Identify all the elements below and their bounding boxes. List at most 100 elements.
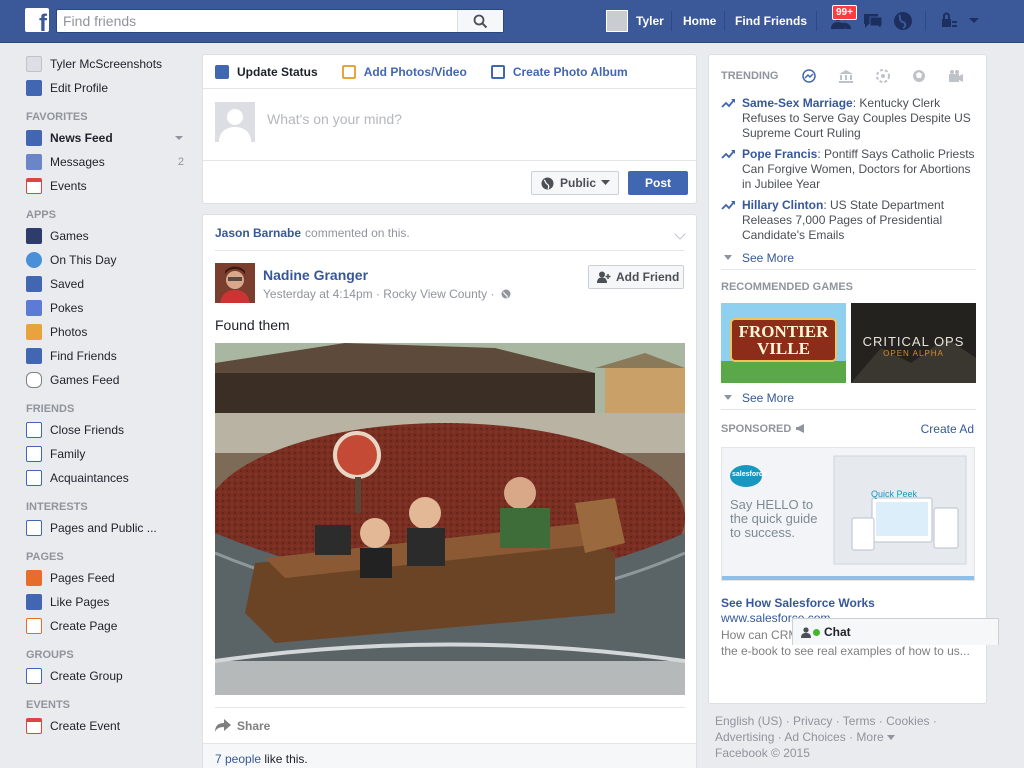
entertainment-icon[interactable]	[948, 69, 964, 83]
sidebar-item-messages[interactable]: Messages 2	[26, 150, 196, 174]
profile-link[interactable]: Tyler	[606, 10, 664, 32]
tab-label: Update Status	[237, 64, 318, 79]
footer: English (US) · Privacy · Terms · Cookies…	[715, 713, 975, 761]
nav-divider	[671, 11, 672, 31]
science-icon[interactable]	[876, 69, 891, 83]
trending-top-icon[interactable]	[802, 69, 817, 83]
post-button[interactable]: Post	[628, 171, 688, 195]
privacy-shortcuts-icon[interactable]	[940, 11, 958, 29]
share-icon	[215, 719, 231, 732]
post-meta: Yesterday at 4:14pm · Rocky View County …	[263, 287, 511, 301]
avatar	[606, 10, 628, 32]
sidebar-item-games-feed[interactable]: Games Feed	[26, 368, 196, 392]
search-input[interactable]	[63, 12, 453, 30]
search-button[interactable]	[457, 10, 503, 32]
sidebar-item-close-friends[interactable]: Close Friends	[26, 418, 196, 442]
sidebar-item-label: Acquaintances	[50, 471, 129, 485]
tab-label: Create Photo Album	[512, 64, 628, 79]
right-column: TRENDING Same-Sex Marriage: Kentucky Cle…	[708, 54, 987, 704]
section-heading-groups: GROUPS	[26, 649, 74, 661]
facebook-logo[interactable]: f	[25, 8, 49, 32]
ad-title-link[interactable]: See How Salesforce Works	[721, 596, 875, 610]
post-options-chevron-icon[interactable]	[674, 228, 686, 240]
home-link[interactable]: Home	[683, 14, 716, 28]
sidebar-item-label: Create Event	[50, 719, 121, 733]
trending-item[interactable]: Hillary Clinton: US State Department Rel…	[721, 198, 976, 243]
sidebar-item-create-page[interactable]: Create Page	[26, 614, 196, 638]
status-input[interactable]	[267, 111, 677, 127]
trending-item[interactable]: Pope Francis: Pontiff Says Catholic Prie…	[721, 147, 976, 192]
sidebar-item-pages-feed[interactable]: Pages Feed	[26, 566, 196, 590]
create-page-icon	[26, 618, 42, 634]
sidebar-item-games[interactable]: Games	[26, 224, 196, 248]
sidebar-item-label: Family	[50, 447, 86, 461]
status-composer: Update Status Add Photos/Video Create Ph…	[202, 54, 697, 204]
caret-down-icon[interactable]	[175, 136, 183, 140]
calendar-icon	[26, 178, 42, 194]
trend-topic: Pope Francis	[742, 147, 818, 161]
news-feed-icon	[26, 130, 42, 146]
ad-image[interactable]: salesforce Quick Peek Say HELLO to the q…	[721, 447, 975, 581]
author-avatar[interactable]	[215, 263, 255, 303]
sidebar-item-photos[interactable]: Photos	[26, 320, 196, 344]
sidebar-item-saved[interactable]: Saved	[26, 272, 196, 296]
sidebar-item-pages-public[interactable]: Pages and Public ...	[26, 516, 196, 540]
share-label: Share	[237, 718, 271, 733]
nav-divider	[816, 11, 817, 31]
post-timestamp[interactable]: Yesterday at 4:14pm · Rocky View County …	[263, 287, 494, 301]
find-friends-link[interactable]: Find Friends	[735, 14, 807, 28]
trending-arrow-icon	[721, 99, 735, 108]
sidebar-item-profile[interactable]: Tyler McScreenshots	[26, 52, 196, 76]
author-name-link[interactable]: Nadine Granger	[263, 267, 368, 283]
sidebar-item-news-feed[interactable]: News Feed	[26, 126, 196, 150]
chat-tab[interactable]: Chat	[792, 618, 999, 645]
section-heading-friends: FRIENDS	[26, 403, 75, 415]
chevron-down-icon[interactable]	[968, 17, 980, 25]
trending-item[interactable]: Same-Sex Marriage: Kentucky Clerk Refuse…	[721, 96, 976, 141]
post-likes: 7 people like this.	[203, 743, 696, 768]
sidebar-item-find-friends[interactable]: Find Friends	[26, 344, 196, 368]
sidebar-item-family[interactable]: Family	[26, 442, 196, 466]
thumbs-up-icon	[26, 594, 42, 610]
footer-links-row[interactable]: English (US) · Privacy · Terms · Cookies…	[715, 713, 975, 729]
create-ad-link[interactable]: Create Ad	[921, 422, 974, 436]
privacy-selector-button[interactable]: Public	[531, 171, 619, 195]
pencil-icon	[215, 64, 229, 79]
sidebar-item-label: Pokes	[50, 301, 84, 315]
sidebar-item-label: Edit Profile	[50, 81, 109, 95]
tab-update-status[interactable]: Update Status	[215, 64, 318, 79]
globe-icon[interactable]	[893, 11, 913, 31]
share-button[interactable]: Share	[215, 719, 270, 733]
notification-badge: 99+	[832, 5, 857, 20]
add-friend-button[interactable]: Add Friend	[588, 265, 684, 289]
game-tile-critical-ops[interactable]: CRITICAL OPS OPEN ALPHA	[851, 303, 976, 383]
likes-people-link[interactable]: 7 people	[215, 752, 261, 766]
trending-arrow-icon	[721, 150, 735, 159]
messages-icon[interactable]	[862, 11, 884, 31]
footer-links-row[interactable]: Advertising · Ad Choices · More	[715, 729, 975, 745]
sidebar-item-edit-profile[interactable]: Edit Profile	[26, 76, 196, 100]
house-icon	[26, 446, 42, 462]
sidebar-item-on-this-day[interactable]: On This Day	[26, 248, 196, 272]
politics-icon[interactable]	[838, 69, 854, 83]
sidebar-item-pokes[interactable]: Pokes	[26, 296, 196, 320]
find-friends-icon	[26, 348, 42, 364]
sidebar-item-like-pages[interactable]: Like Pages	[26, 590, 196, 614]
sports-icon[interactable]	[912, 69, 926, 83]
game-tile-frontierville[interactable]: FRONTIER VILLE	[721, 303, 846, 383]
composer-tabs: Update Status Add Photos/Video Create Ph…	[203, 55, 696, 89]
sidebar-item-create-event[interactable]: Create Event	[26, 714, 196, 738]
tab-create-album[interactable]: Create Photo Album	[490, 64, 628, 79]
person-icon	[801, 626, 811, 638]
sidebar-item-acquaintances[interactable]: Acquaintances	[26, 466, 196, 490]
tab-add-photos[interactable]: Add Photos/Video	[341, 64, 467, 79]
post-photo[interactable]	[215, 343, 685, 695]
top-navigation-bar: f Tyler Home Find Friends 99+	[0, 0, 1024, 43]
sidebar-item-create-group[interactable]: Create Group	[26, 664, 196, 688]
sidebar-item-events[interactable]: Events	[26, 174, 196, 198]
avatar	[26, 56, 42, 72]
gamepad-icon	[26, 372, 42, 388]
activity-actor-link[interactable]: Jason Barnabe	[215, 226, 301, 240]
games-see-more-link[interactable]: See More	[721, 391, 794, 405]
trending-see-more-link[interactable]: See More	[721, 251, 794, 265]
